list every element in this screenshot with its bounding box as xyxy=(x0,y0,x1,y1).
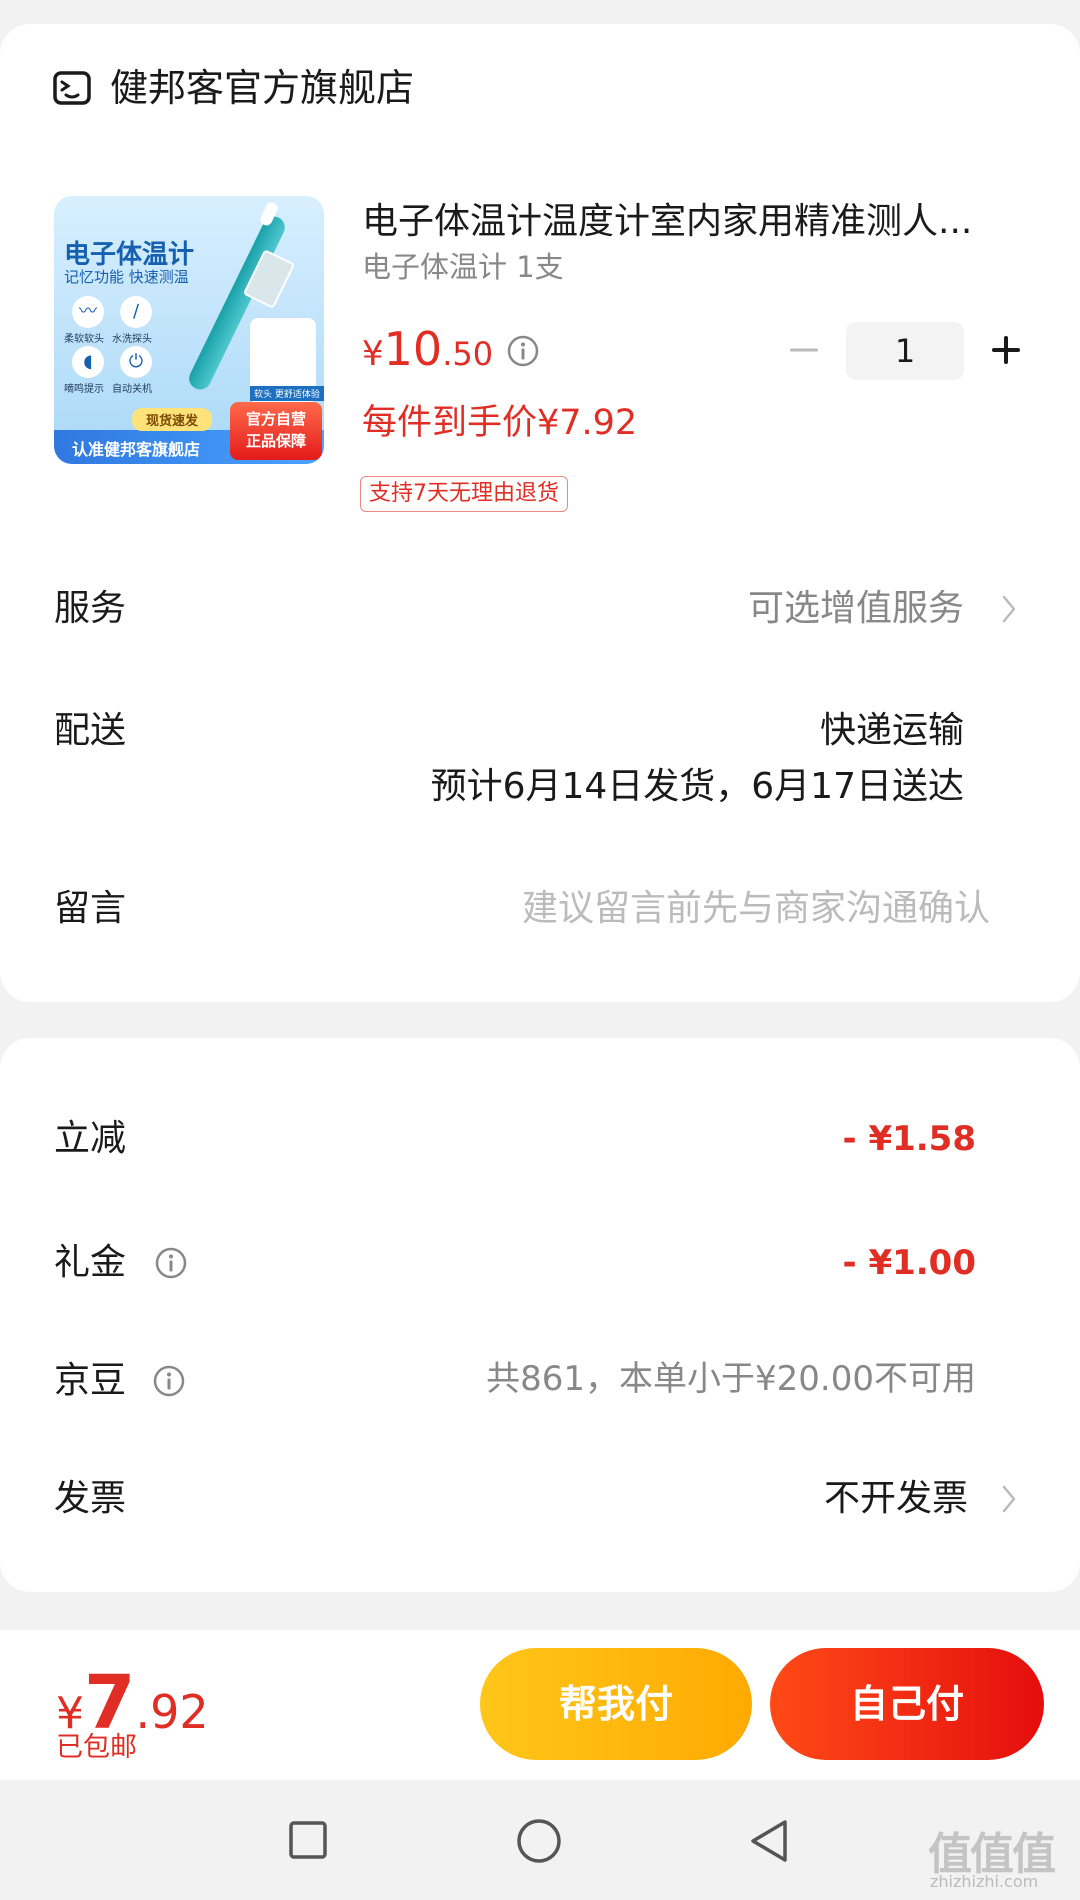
thumb-speed-tag: 现货速发 xyxy=(132,408,213,431)
power-icon: ⏻ xyxy=(120,346,152,378)
info-icon[interactable] xyxy=(152,1364,186,1398)
plus-icon[interactable] xyxy=(988,332,1024,368)
unit-price: 每件到手价¥7.92 xyxy=(362,403,638,443)
delivery-estimate: 预计6月14日发货，6月17日送达 xyxy=(430,766,964,807)
price-int: 10 xyxy=(383,322,443,376)
back-icon[interactable] xyxy=(748,1818,790,1864)
thumb-badge: 官方自营 正品保障 xyxy=(230,402,322,460)
free-shipping-label: 已包邮 xyxy=(56,1732,137,1763)
thumb-subtitle: 记忆功能 快速测温 xyxy=(64,268,189,286)
minus-icon[interactable] xyxy=(786,332,822,368)
chevron-right-icon[interactable] xyxy=(1000,1484,1018,1514)
self-pay-button[interactable]: 自己付 xyxy=(770,1648,1044,1760)
invoice-value[interactable]: 不开发票 xyxy=(824,1474,968,1524)
info-icon[interactable] xyxy=(154,1246,188,1280)
recents-icon[interactable] xyxy=(288,1820,328,1860)
invoice-label: 发票 xyxy=(54,1478,127,1519)
gift-value: - ¥1.00 xyxy=(842,1243,977,1283)
store-name[interactable]: 健邦客官方旗舰店 xyxy=(110,62,414,114)
watermark-url: zhizhizhi.com xyxy=(930,1872,1039,1891)
order-card xyxy=(0,24,1080,1002)
speaker-icon: ◖ xyxy=(72,346,104,378)
price-dec: .50 xyxy=(442,335,494,373)
service-label: 服务 xyxy=(54,588,127,629)
soft-tip-icon: 〰 xyxy=(72,296,104,328)
instant-discount-value: - ¥1.58 xyxy=(842,1119,977,1159)
thumb-feature: 嘀鸣提示 xyxy=(64,384,104,395)
info-icon[interactable] xyxy=(506,334,540,368)
help-pay-button[interactable]: 帮我付 xyxy=(480,1648,752,1760)
product-title[interactable]: 电子体温计温度计室内家用精准测人... xyxy=(362,198,1022,246)
product-price: ¥10.50 xyxy=(362,322,493,376)
thumb-feature: 自动关机 xyxy=(112,384,152,395)
quantity-input[interactable]: 1 xyxy=(846,322,964,380)
thumb-flex-label: 软头 更舒适体验 xyxy=(250,386,324,401)
thumb-feature: 水洗探头 xyxy=(112,334,152,345)
price-symbol: ¥ xyxy=(362,334,384,374)
thumb-bar-text: 认准健邦客旗舰店 xyxy=(72,440,201,459)
home-icon[interactable] xyxy=(516,1818,562,1864)
wash-icon: ∕ xyxy=(120,296,152,328)
message-input[interactable]: 建议留言前先与商家沟通确认 xyxy=(522,884,990,934)
return-policy-tag: 支持7天无理由退货 xyxy=(360,476,568,512)
total-dec: .92 xyxy=(135,1685,209,1739)
store-icon xyxy=(53,71,91,105)
thumb-badge-line2: 正品保障 xyxy=(245,432,306,450)
gift-label: 礼金 xyxy=(54,1242,127,1283)
chevron-right-icon[interactable] xyxy=(1000,594,1018,624)
product-spec[interactable]: 电子体温计 1支 xyxy=(362,246,564,288)
thumb-feature: 柔软软头 xyxy=(64,334,104,345)
delivery-label: 配送 xyxy=(54,710,127,751)
service-value[interactable]: 可选增值服务 xyxy=(748,584,964,634)
beans-label: 京豆 xyxy=(54,1360,127,1401)
instant-discount-label: 立减 xyxy=(54,1118,127,1159)
thumb-badge-line1: 官方自营 xyxy=(245,410,306,428)
delivery-method[interactable]: 快递运输 xyxy=(820,706,964,756)
beans-value: 共861，本单小于¥20.00不可用 xyxy=(486,1359,976,1399)
message-label: 留言 xyxy=(54,888,127,929)
product-thumbnail[interactable]: 电子体温计 记忆功能 快速测温 〰 柔软软头 ∕ 水洗探头 ◖ 嘀鸣提示 ⏻ 自… xyxy=(54,196,324,464)
